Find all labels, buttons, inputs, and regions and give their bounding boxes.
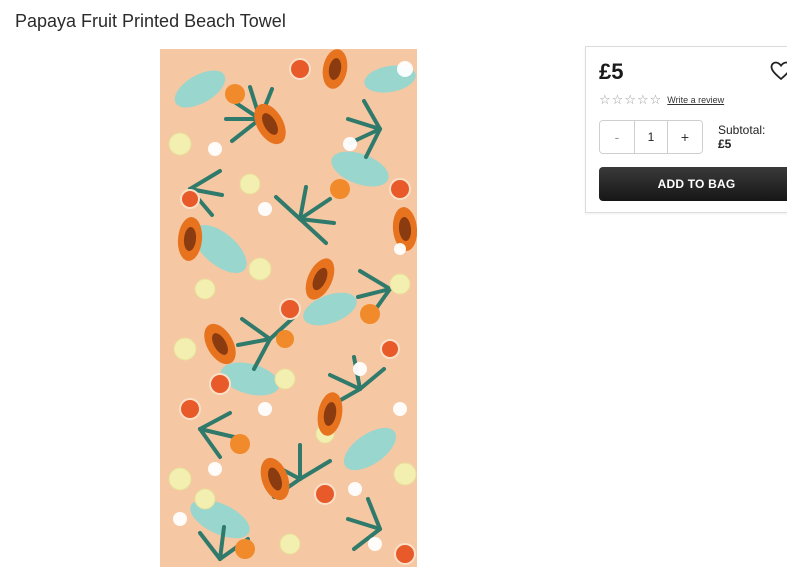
star-icon: ☆ xyxy=(599,92,611,107)
product-title: Papaya Fruit Printed Beach Towel xyxy=(15,11,286,31)
add-to-bag-button[interactable]: ADD TO BAG xyxy=(599,167,787,201)
heart-icon[interactable] xyxy=(770,61,787,81)
star-icon: ☆ xyxy=(636,92,649,107)
purchase-panel: £5 ☆ ☆ ☆ ☆ ☆ Write a review - 1 + Subtot… xyxy=(585,46,787,213)
star-icon: ☆ xyxy=(649,92,662,107)
rating-row: ☆ ☆ ☆ ☆ ☆ Write a review xyxy=(599,93,724,107)
write-review-link[interactable]: Write a review xyxy=(667,93,724,107)
subtotal: Subtotal: £5 xyxy=(718,123,765,151)
quantity-decrease-button[interactable]: - xyxy=(600,121,634,153)
rating-stars: ☆ ☆ ☆ ☆ ☆ xyxy=(599,93,661,107)
price: £5 xyxy=(599,59,624,84)
subtotal-label: Subtotal: xyxy=(718,123,766,137)
star-icon: ☆ xyxy=(624,92,636,107)
quantity-value[interactable]: 1 xyxy=(634,121,668,153)
product-image[interactable] xyxy=(160,49,417,567)
quantity-stepper: - 1 + xyxy=(599,120,703,154)
star-icon: ☆ xyxy=(611,92,624,107)
subtotal-value: £5 xyxy=(718,137,732,151)
quantity-increase-button[interactable]: + xyxy=(668,121,702,153)
